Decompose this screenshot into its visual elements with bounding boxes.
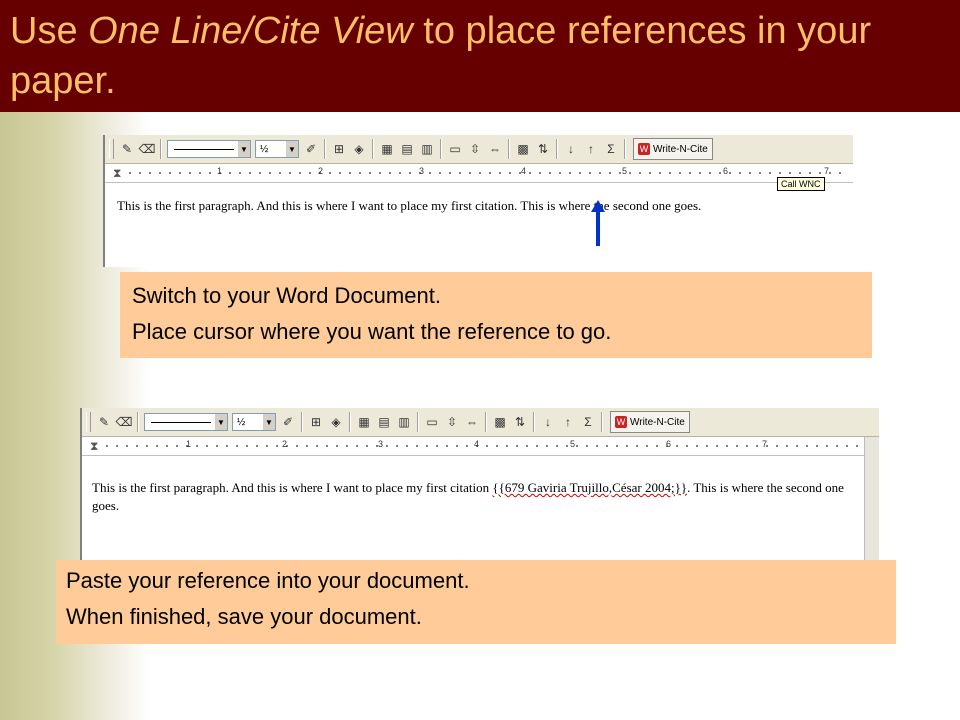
title-bar: Use One Line/Cite View to place referenc…: [0, 0, 960, 112]
document-text-before: This is the first paragraph. And this is…: [92, 480, 493, 495]
toolbar-separator: [601, 412, 603, 432]
title-emphasis: One Line/Cite View: [88, 10, 413, 52]
cursor-position-arrow-icon: [591, 200, 605, 246]
toolbar-separator: [485, 412, 487, 432]
step2-callout: Paste your reference into your document.…: [56, 560, 896, 644]
align-icon[interactable]: ▭: [445, 139, 465, 159]
slide-title: Use One Line/Cite View to place referenc…: [10, 10, 872, 102]
callout-line: When finished, save your document.: [66, 604, 422, 629]
sort-descending-icon[interactable]: ↑: [558, 412, 578, 432]
word-screenshot-after: ✎ ⌫ ▼ ½ ▼ ✐ ⊞ ◈ ▦ ▤ ▥ ▭ ⇳ ⇔ ▩ ⇅ ↓ ↑ Σ W Wr…: [80, 408, 879, 568]
ruler-number: 2: [318, 166, 324, 176]
pen-color-icon[interactable]: ✐: [278, 412, 298, 432]
distribute-rows-icon[interactable]: ⇳: [465, 139, 485, 159]
autosum-icon[interactable]: Σ: [578, 412, 598, 432]
tables-borders-toolbar: ✎ ⌫ ▼ ½ ▼ ✐ ⊞ ◈ ▦ ▤ ▥ ▭ ⇳ ⇔ ▩ ⇅ ↓ ↑ Σ W Wr…: [82, 408, 879, 437]
ruler-number: 1: [217, 166, 223, 176]
callout-line: Place cursor where you want the referenc…: [132, 319, 612, 344]
align-icon[interactable]: ▭: [422, 412, 442, 432]
write-n-cite-icon: W: [615, 416, 627, 428]
eraser-icon[interactable]: ⌫: [114, 412, 134, 432]
write-n-cite-button[interactable]: W Write-N-Cite: [633, 138, 713, 160]
ruler: ⧗ 1 2 3 4 5 6 7: [105, 164, 853, 183]
shading-color-icon[interactable]: ◈: [349, 139, 369, 159]
borders-icon[interactable]: ⊞: [329, 139, 349, 159]
line-style-select[interactable]: ▼: [144, 413, 228, 431]
toolbar-separator: [372, 139, 374, 159]
distribute-columns-icon[interactable]: ⇔: [462, 412, 482, 432]
toolbar-separator: [417, 412, 419, 432]
toolbar-grip[interactable]: [86, 412, 91, 432]
toolbar-separator: [556, 139, 558, 159]
merge-cells-icon[interactable]: ▥: [394, 412, 414, 432]
ruler-number: 5: [622, 166, 628, 176]
sort-ascending-icon[interactable]: ↓: [561, 139, 581, 159]
line-weight-select[interactable]: ½ ▼: [232, 413, 276, 431]
toolbar-separator: [624, 139, 626, 159]
call-wnc-tooltip: Call WNC: [777, 177, 825, 191]
sort-descending-icon[interactable]: ↑: [581, 139, 601, 159]
word-screenshot-before: ✎ ⌫ ▼ ½ ▼ ✐ ⊞ ◈ ▦ ▤ ▥ ▭ ⇳ ⇔ ▩ ⇅ ↓ ↑ Σ W Wr…: [103, 135, 853, 267]
autosum-icon[interactable]: Σ: [601, 139, 621, 159]
toolbar-separator: [349, 412, 351, 432]
table-grid-icon[interactable]: ▤: [397, 139, 417, 159]
toolbar-separator: [324, 139, 326, 159]
table-grid-icon[interactable]: ▤: [374, 412, 394, 432]
temporary-citation[interactable]: {{679 Gaviria Trujillo,César 2004;}}: [492, 480, 687, 495]
pencil-icon[interactable]: ✎: [117, 139, 137, 159]
line-weight-select[interactable]: ½ ▼: [255, 140, 299, 158]
pencil-icon[interactable]: ✎: [94, 412, 114, 432]
toolbar-grip[interactable]: [109, 139, 114, 159]
toolbar-separator: [533, 412, 535, 432]
eraser-icon[interactable]: ⌫: [137, 139, 157, 159]
ruler-ticks: [125, 172, 849, 174]
insert-table-icon[interactable]: ▦: [354, 412, 374, 432]
write-n-cite-button[interactable]: W Write-N-Cite: [610, 411, 690, 433]
ruler-number: 4: [474, 439, 480, 449]
distribute-columns-icon[interactable]: ⇔: [485, 139, 505, 159]
text-direction-icon[interactable]: ⇅: [510, 412, 530, 432]
ruler-number: 1: [186, 439, 192, 449]
distribute-rows-icon[interactable]: ⇳: [442, 412, 462, 432]
ruler: ⧗ 1 2 3 4 5 6 7: [82, 437, 879, 456]
document-text[interactable]: This is the first paragraph. And this is…: [92, 479, 852, 515]
line-style-select[interactable]: ▼: [167, 140, 251, 158]
toolbar-separator: [508, 139, 510, 159]
ruler-number: 6: [666, 439, 672, 449]
ruler-number: 7: [824, 166, 830, 176]
indent-marker-icon[interactable]: ⧗: [90, 438, 100, 454]
tables-borders-toolbar: ✎ ⌫ ▼ ½ ▼ ✐ ⊞ ◈ ▦ ▤ ▥ ▭ ⇳ ⇔ ▩ ⇅ ↓ ↑ Σ W Wr…: [105, 135, 853, 164]
document-text[interactable]: This is the first paragraph. And this is…: [117, 198, 701, 214]
borders-icon[interactable]: ⊞: [306, 412, 326, 432]
insert-table-icon[interactable]: ▦: [377, 139, 397, 159]
shading-color-icon[interactable]: ◈: [326, 412, 346, 432]
toolbar-separator: [160, 139, 162, 159]
text-direction-icon[interactable]: ⇅: [533, 139, 553, 159]
ruler-number: 3: [419, 166, 425, 176]
merge-cells-icon[interactable]: ▥: [417, 139, 437, 159]
write-n-cite-icon: W: [638, 143, 650, 155]
toolbar-separator: [440, 139, 442, 159]
ruler-number: 4: [521, 166, 527, 176]
table-autoformat-icon[interactable]: ▩: [490, 412, 510, 432]
pen-color-icon[interactable]: ✐: [301, 139, 321, 159]
vertical-scrollbar[interactable]: [864, 437, 879, 568]
ruler-number: 7: [762, 439, 768, 449]
toolbar-separator: [137, 412, 139, 432]
table-autoformat-icon[interactable]: ▩: [513, 139, 533, 159]
ruler-ticks: [102, 445, 875, 447]
indent-marker-icon[interactable]: ⧗: [113, 165, 123, 181]
callout-line: Paste your reference into your document.: [66, 568, 470, 593]
ruler-number: 3: [378, 439, 384, 449]
sort-ascending-icon[interactable]: ↓: [538, 412, 558, 432]
step1-callout: Switch to your Word Document. Place curs…: [120, 272, 872, 358]
callout-line: Switch to your Word Document.: [132, 283, 441, 308]
ruler-number: 2: [282, 439, 288, 449]
toolbar-separator: [301, 412, 303, 432]
ruler-number: 5: [570, 439, 576, 449]
ruler-number: 6: [723, 166, 729, 176]
